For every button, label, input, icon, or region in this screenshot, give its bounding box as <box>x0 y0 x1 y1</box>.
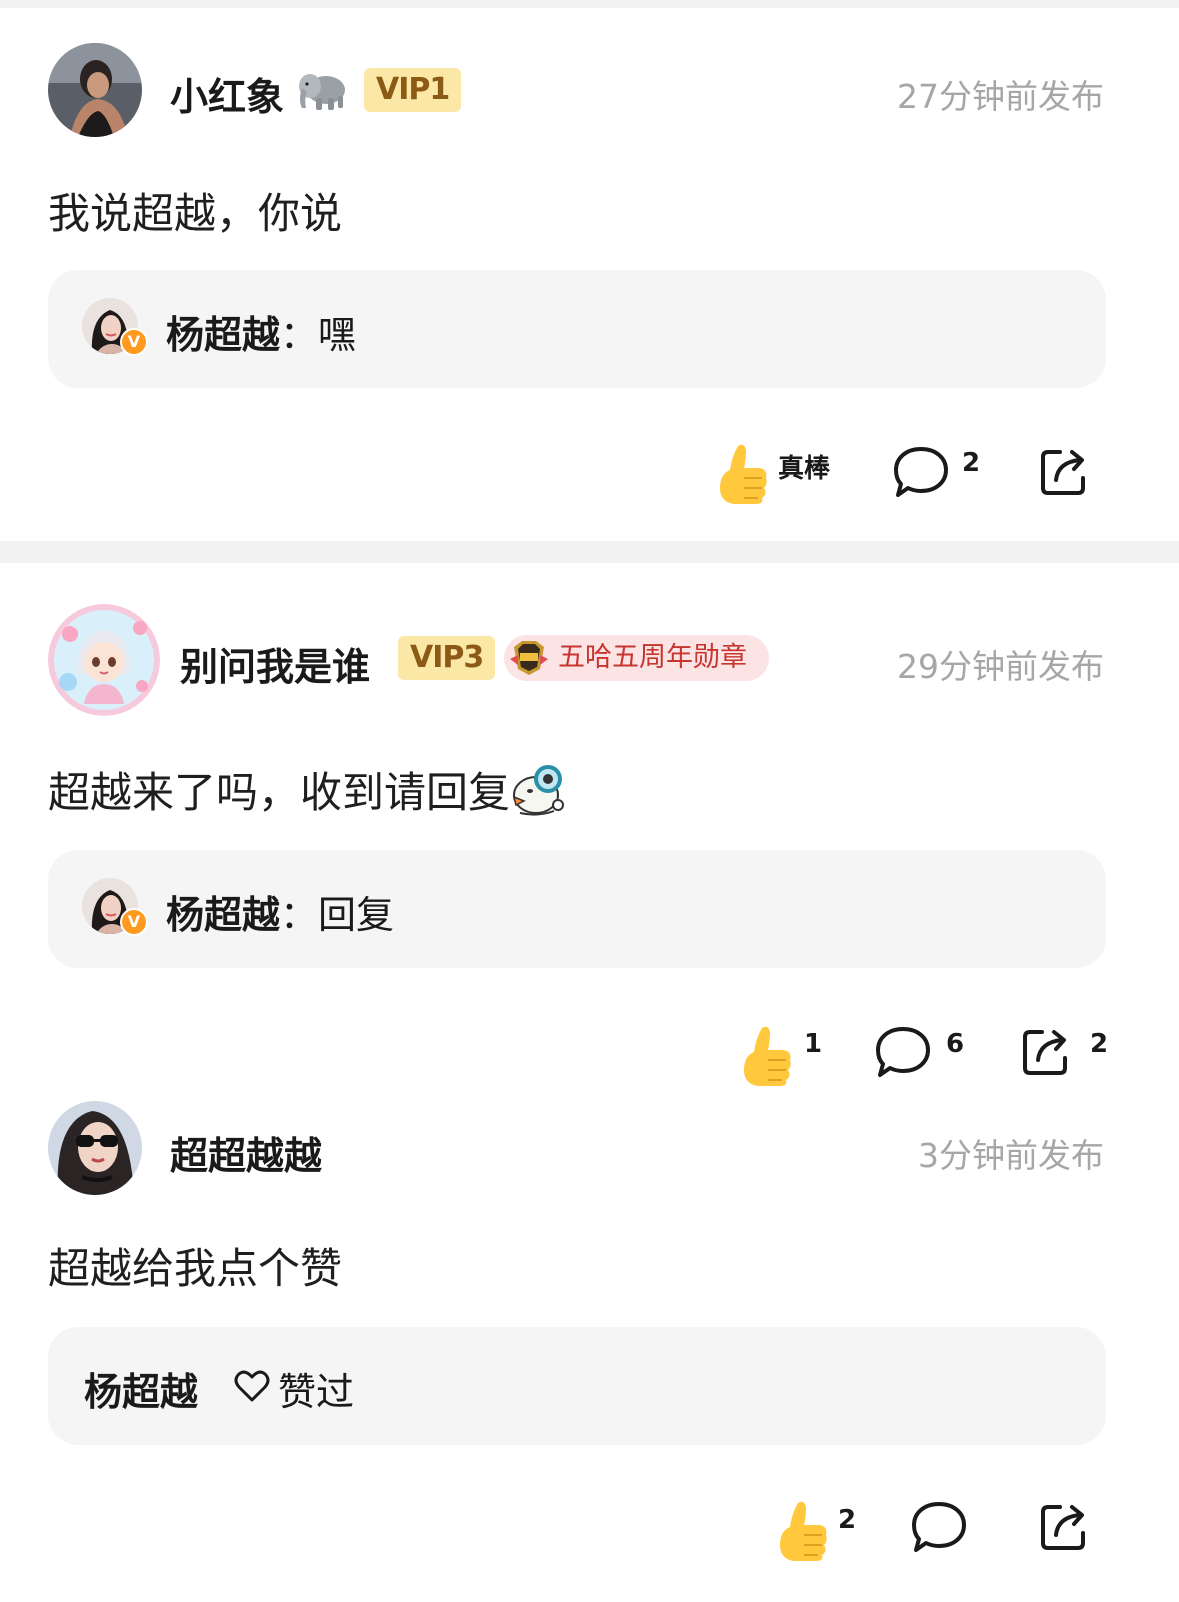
vip-badge: VIP3 <box>398 636 496 680</box>
heart-icon <box>234 1370 270 1402</box>
vip-badge: VIP1 <box>364 68 462 112</box>
reply-avatar[interactable]: V <box>82 298 148 356</box>
share-button[interactable] <box>1020 1026 1072 1082</box>
liked-by-box[interactable]: 杨超越 赞过 <box>48 1327 1106 1445</box>
like-count: 2 <box>838 1505 857 1535</box>
section-divider <box>0 541 1179 563</box>
like-button[interactable] <box>774 1497 830 1567</box>
like-count: 1 <box>804 1029 823 1059</box>
like-button[interactable] <box>738 1022 794 1092</box>
share-icon <box>1023 1030 1067 1075</box>
username[interactable]: 小红象 <box>170 66 284 121</box>
reply-content: 杨超越：回复 <box>166 884 394 939</box>
comment-icon <box>912 1502 966 1552</box>
thumbs-up-icon <box>744 1026 791 1086</box>
comment-button[interactable] <box>910 1499 968 1559</box>
reply-text: 嘿 <box>318 313 357 357</box>
reply-box[interactable]: V 杨超越：回复 <box>48 850 1106 968</box>
timestamp: 27分钟前发布 <box>897 77 1104 116</box>
avatar[interactable] <box>48 604 160 716</box>
share-count: 2 <box>1090 1029 1109 1059</box>
liked-by-name[interactable]: 杨超越 <box>84 1361 198 1416</box>
comment-icon <box>876 1027 930 1077</box>
timestamp: 3分钟前发布 <box>918 1136 1104 1175</box>
comment-button[interactable] <box>874 1024 932 1084</box>
reply-content: 杨超越：嘿 <box>166 304 356 359</box>
post-card: 别问我是谁 VIP3 五哈五周年勋章 29分钟前发布 超越来了吗，收到请回复 V… <box>0 563 1179 1093</box>
like-button[interactable] <box>714 440 770 510</box>
reply-separator: ： <box>280 893 319 937</box>
reply-author[interactable]: 杨超越 <box>166 893 280 937</box>
share-button[interactable] <box>1038 1501 1090 1557</box>
share-button[interactable] <box>1038 446 1090 502</box>
bird-magnifier-emoji-icon <box>512 765 565 816</box>
reply-text: 回复 <box>318 893 395 937</box>
verified-badge: V <box>120 908 148 936</box>
post-text: 我说超越，你说 <box>48 189 343 238</box>
medal-icon <box>510 641 548 675</box>
post-text-content: 超越来了吗，收到请回复 <box>48 768 511 817</box>
username[interactable]: 超超越越 <box>170 1125 322 1180</box>
comment-count: 2 <box>962 448 981 478</box>
thumbs-up-icon <box>780 1501 827 1561</box>
share-icon <box>1041 450 1085 495</box>
verified-badge: V <box>120 328 148 356</box>
reply-avatar[interactable]: V <box>82 878 148 936</box>
elephant-icon <box>299 74 345 110</box>
comment-count: 6 <box>946 1029 965 1059</box>
timestamp: 29分钟前发布 <box>897 647 1104 686</box>
comment-icon <box>894 447 948 497</box>
reply-author[interactable]: 杨超越 <box>166 313 280 357</box>
reply-separator: ： <box>280 313 319 357</box>
username[interactable]: 别问我是谁 <box>180 636 370 691</box>
comment-button[interactable] <box>892 444 950 504</box>
medal-badge: 五哈五周年勋章 <box>504 635 769 681</box>
thumbs-up-icon <box>720 444 767 504</box>
avatar[interactable] <box>48 43 142 137</box>
post-text: 超越给我点个赞 <box>48 1244 343 1293</box>
post-card: 小红象 VIP1 27分钟前发布 我说超越，你说 V 杨超越：嘿 真棒 2 <box>0 0 1179 540</box>
share-icon <box>1041 1505 1085 1550</box>
avatar[interactable] <box>48 1101 142 1195</box>
reply-box[interactable]: V 杨超越：嘿 <box>48 270 1106 388</box>
liked-label: 赞过 <box>278 1370 355 1414</box>
medal-label: 五哈五周年勋章 <box>558 642 747 673</box>
post-text: 超越来了吗，收到请回复 <box>48 759 568 820</box>
post-card: 超超越越 3分钟前发布 超越给我点个赞 杨超越 赞过 2 <box>0 1093 1179 1602</box>
like-label[interactable]: 真棒 <box>778 448 830 485</box>
